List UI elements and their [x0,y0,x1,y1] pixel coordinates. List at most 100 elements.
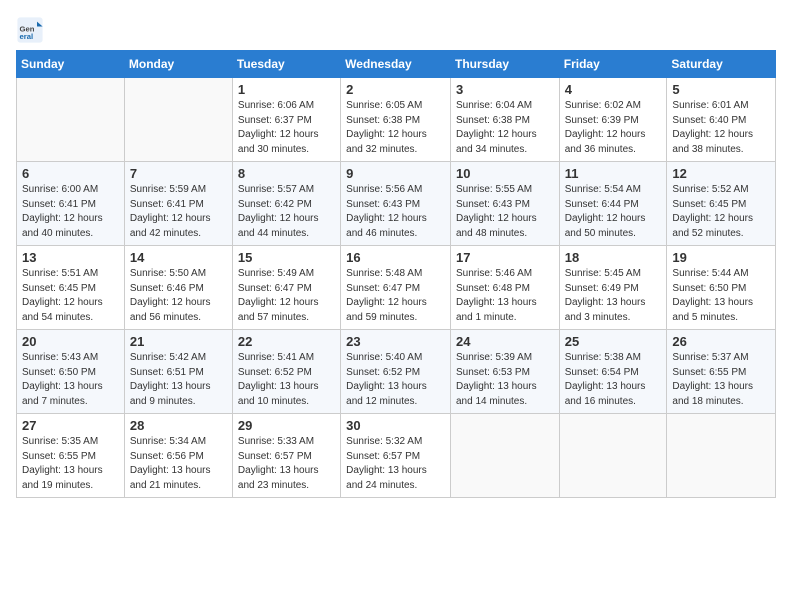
calendar-cell: 30 Sunrise: 5:32 AM Sunset: 6:57 PM Dayli… [341,414,451,498]
calendar-cell: 28 Sunrise: 5:34 AM Sunset: 6:56 PM Dayli… [124,414,232,498]
day-info: Sunrise: 6:06 AM Sunset: 6:37 PM Dayligh… [238,99,335,157]
day-number: 7 [130,166,227,181]
day-info: Sunrise: 5:32 AM Sunset: 6:57 PM Dayligh… [346,435,445,493]
calendar-cell: 12 Sunrise: 5:52 AM Sunset: 6:45 PM Dayli… [667,162,776,246]
column-header-wednesday: Wednesday [341,51,451,78]
calendar-cell: 23 Sunrise: 5:40 AM Sunset: 6:52 PM Dayli… [341,330,451,414]
calendar-cell [450,414,559,498]
calendar-week-row: 27Sunrise: 5:35 AM Sunset: 6:55 PM Dayli… [17,414,776,498]
calendar-cell: 10 Sunrise: 5:55 AM Sunset: 6:43 PM Dayli… [450,162,559,246]
day-number: 9 [346,166,445,181]
calendar-cell: 21 Sunrise: 5:42 AM Sunset: 6:51 PM Dayli… [124,330,232,414]
calendar-week-row: 6 Sunrise: 6:00 AM Sunset: 6:41 PM Daylig… [17,162,776,246]
calendar-cell: 19 Sunrise: 5:44 AM Sunset: 6:50 PM Dayli… [667,246,776,330]
calendar-cell: 6 Sunrise: 6:00 AM Sunset: 6:41 PM Daylig… [17,162,125,246]
day-number: 24 [456,334,554,349]
calendar-cell: 8 Sunrise: 5:57 AM Sunset: 6:42 PM Daylig… [232,162,340,246]
calendar-cell: 3 Sunrise: 6:04 AM Sunset: 6:38 PM Daylig… [450,78,559,162]
day-info: Sunrise: 6:04 AM Sunset: 6:38 PM Dayligh… [456,99,554,157]
calendar-cell: 15 Sunrise: 5:49 AM Sunset: 6:47 PM Dayli… [232,246,340,330]
calendar-cell: 14Sunrise: 5:50 AM Sunset: 6:46 PM Dayli… [124,246,232,330]
day-info: Sunrise: 5:37 AM Sunset: 6:55 PM Dayligh… [672,351,770,409]
day-number: 18 [565,250,662,265]
day-info: Sunrise: 5:38 AM Sunset: 6:54 PM Dayligh… [565,351,662,409]
calendar-cell: 26 Sunrise: 5:37 AM Sunset: 6:55 PM Dayli… [667,330,776,414]
day-info: Sunrise: 5:52 AM Sunset: 6:45 PM Dayligh… [672,183,770,241]
calendar-cell: 1 Sunrise: 6:06 AM Sunset: 6:37 PM Daylig… [232,78,340,162]
day-number: 15 [238,250,335,265]
column-header-saturday: Saturday [667,51,776,78]
day-number: 2 [346,82,445,97]
column-header-tuesday: Tuesday [232,51,340,78]
calendar-cell: 25 Sunrise: 5:38 AM Sunset: 6:54 PM Dayli… [559,330,667,414]
calendar-cell: 11Sunrise: 5:54 AM Sunset: 6:44 PM Dayli… [559,162,667,246]
day-info: Sunrise: 5:39 AM Sunset: 6:53 PM Dayligh… [456,351,554,409]
calendar-week-row: 20 Sunrise: 5:43 AM Sunset: 6:50 PM Dayli… [17,330,776,414]
column-header-sunday: Sunday [17,51,125,78]
day-number: 13 [22,250,119,265]
page-header: Gen eral [16,16,776,44]
day-number: 23 [346,334,445,349]
calendar-cell: 17Sunrise: 5:46 AM Sunset: 6:48 PM Dayli… [450,246,559,330]
calendar-table: SundayMondayTuesdayWednesdayThursdayFrid… [16,50,776,498]
day-info: Sunrise: 6:01 AM Sunset: 6:40 PM Dayligh… [672,99,770,157]
day-number: 29 [238,418,335,433]
day-number: 28 [130,418,227,433]
day-number: 17 [456,250,554,265]
day-info: Sunrise: 5:43 AM Sunset: 6:50 PM Dayligh… [22,351,119,409]
calendar-cell: 24 Sunrise: 5:39 AM Sunset: 6:53 PM Dayli… [450,330,559,414]
calendar-cell: 5 Sunrise: 6:01 AM Sunset: 6:40 PM Daylig… [667,78,776,162]
day-number: 3 [456,82,554,97]
calendar-cell: 20 Sunrise: 5:43 AM Sunset: 6:50 PM Dayli… [17,330,125,414]
day-number: 16 [346,250,445,265]
day-info: Sunrise: 5:44 AM Sunset: 6:50 PM Dayligh… [672,267,770,325]
day-info: Sunrise: 5:57 AM Sunset: 6:42 PM Dayligh… [238,183,335,241]
day-info: Sunrise: 6:05 AM Sunset: 6:38 PM Dayligh… [346,99,445,157]
calendar-cell: 18 Sunrise: 5:45 AM Sunset: 6:49 PM Dayli… [559,246,667,330]
calendar-cell: 7 Sunrise: 5:59 AM Sunset: 6:41 PM Daylig… [124,162,232,246]
day-number: 30 [346,418,445,433]
calendar-cell [17,78,125,162]
calendar-cell: 2 Sunrise: 6:05 AM Sunset: 6:38 PM Daylig… [341,78,451,162]
day-info: Sunrise: 5:55 AM Sunset: 6:43 PM Dayligh… [456,183,554,241]
day-info: Sunrise: 5:48 AM Sunset: 6:47 PM Dayligh… [346,267,445,325]
logo-icon: Gen eral [16,16,44,44]
calendar-cell: 16 Sunrise: 5:48 AM Sunset: 6:47 PM Dayli… [341,246,451,330]
day-number: 10 [456,166,554,181]
day-info: Sunrise: 5:59 AM Sunset: 6:41 PM Dayligh… [130,183,227,241]
column-header-thursday: Thursday [450,51,559,78]
calendar-week-row: 1 Sunrise: 6:06 AM Sunset: 6:37 PM Daylig… [17,78,776,162]
day-info: Sunrise: 5:56 AM Sunset: 6:43 PM Dayligh… [346,183,445,241]
day-number: 22 [238,334,335,349]
day-info: Sunrise: 5:42 AM Sunset: 6:51 PM Dayligh… [130,351,227,409]
svg-text:eral: eral [20,32,34,41]
calendar-cell [667,414,776,498]
calendar-cell: 9 Sunrise: 5:56 AM Sunset: 6:43 PM Daylig… [341,162,451,246]
day-number: 26 [672,334,770,349]
day-info: Sunrise: 5:51 AM Sunset: 6:45 PM Dayligh… [22,267,119,325]
column-header-monday: Monday [124,51,232,78]
day-number: 5 [672,82,770,97]
day-number: 1 [238,82,335,97]
day-info: Sunrise: 5:34 AM Sunset: 6:56 PM Dayligh… [130,435,227,493]
day-number: 25 [565,334,662,349]
day-info: Sunrise: 5:41 AM Sunset: 6:52 PM Dayligh… [238,351,335,409]
day-info: Sunrise: 5:45 AM Sunset: 6:49 PM Dayligh… [565,267,662,325]
day-info: Sunrise: 6:00 AM Sunset: 6:41 PM Dayligh… [22,183,119,241]
day-number: 8 [238,166,335,181]
calendar-cell: 29Sunrise: 5:33 AM Sunset: 6:57 PM Dayli… [232,414,340,498]
day-info: Sunrise: 5:50 AM Sunset: 6:46 PM Dayligh… [130,267,227,325]
calendar-cell: 13 Sunrise: 5:51 AM Sunset: 6:45 PM Dayli… [17,246,125,330]
day-info: Sunrise: 5:40 AM Sunset: 6:52 PM Dayligh… [346,351,445,409]
day-number: 20 [22,334,119,349]
day-number: 6 [22,166,119,181]
day-number: 12 [672,166,770,181]
day-info: Sunrise: 6:02 AM Sunset: 6:39 PM Dayligh… [565,99,662,157]
column-header-friday: Friday [559,51,667,78]
day-info: Sunrise: 5:54 AM Sunset: 6:44 PM Dayligh… [565,183,662,241]
day-number: 21 [130,334,227,349]
day-number: 4 [565,82,662,97]
calendar-header-row: SundayMondayTuesdayWednesdayThursdayFrid… [17,51,776,78]
day-number: 19 [672,250,770,265]
day-info: Sunrise: 5:49 AM Sunset: 6:47 PM Dayligh… [238,267,335,325]
